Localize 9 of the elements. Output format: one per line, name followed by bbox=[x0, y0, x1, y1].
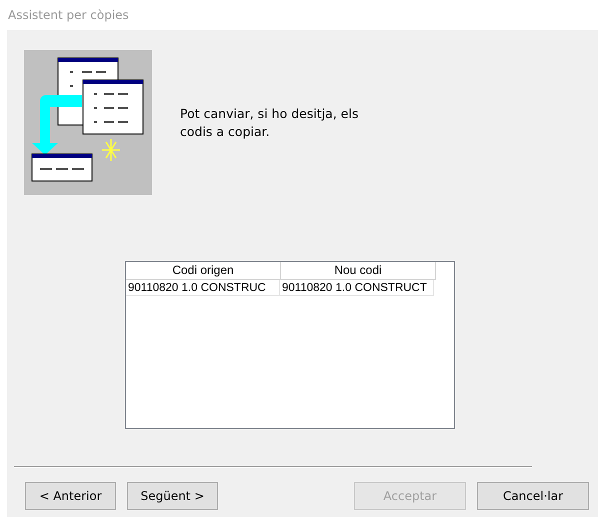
wizard-button[interactable]: < Anterior bbox=[25, 482, 116, 510]
wizard-button[interactable]: Cancel·lar bbox=[477, 482, 589, 510]
column-header[interactable]: Codi origen bbox=[126, 262, 281, 280]
table-cell: 90110820 1.0 CONSTRUCT bbox=[280, 280, 434, 296]
table-cell: 90110820 1.0 CONSTRUC bbox=[126, 280, 280, 296]
wizard-button[interactable]: Següent > bbox=[127, 482, 218, 510]
window-title: Assistent per còpies bbox=[8, 8, 129, 22]
column-header[interactable]: Nou codi bbox=[281, 262, 436, 280]
instruction-text: Pot canviar, si ho desitja, els codis a copiar. bbox=[180, 104, 360, 140]
